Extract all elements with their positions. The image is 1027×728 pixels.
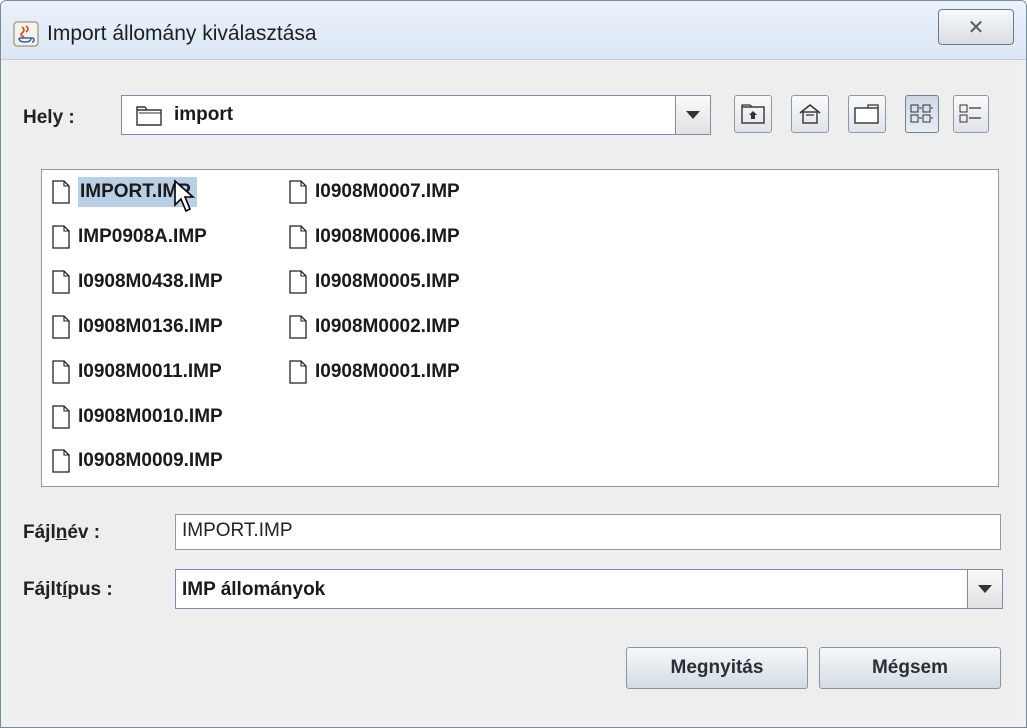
file-chooser-dialog: Import állomány kiválasztása ✕ Hely : im… [0,0,1027,728]
file-item[interactable]: I0908M0438.IMP [52,264,223,300]
file-name: I0908M0002.IMP [315,316,460,337]
file-icon [289,360,307,384]
file-icon [289,225,307,249]
file-item[interactable]: I0908M0009.IMP [52,443,223,479]
file-name: I0908M0011.IMP [78,361,222,382]
filename-input[interactable]: IMPORT.IMP [175,514,1001,550]
file-name: I0908M0007.IMP [315,181,460,202]
filetype-label: Fájltípus : [23,579,113,600]
file-name: I0908M0005.IMP [315,271,460,292]
home-icon [799,104,821,124]
file-item[interactable]: I0908M0006.IMP [289,219,460,255]
file-name: IMP0908A.IMP [78,226,207,247]
filetype-value: IMP állományok [182,579,326,600]
java-icon [13,21,39,47]
file-icon [52,270,70,294]
window-title: Import állomány kiválasztása [47,22,317,45]
cancel-button[interactable]: Mégsem [819,647,1001,689]
location-dropdown-button[interactable] [675,95,711,135]
mouse-cursor-icon [174,179,196,213]
file-icon [289,315,307,339]
filetype-dropdown-button[interactable] [967,569,1003,609]
file-name: I0908M0010.IMP [78,406,223,427]
file-icon [52,225,70,249]
file-name: I0908M0009.IMP [78,450,223,471]
up-one-level-button[interactable] [734,95,772,133]
list-view-button[interactable] [905,95,939,133]
file-item[interactable]: I0908M0011.IMP [52,354,222,390]
file-item[interactable]: IMP0908A.IMP [52,219,207,255]
new-folder-icon [854,104,879,124]
file-icon [52,449,70,473]
file-icon [52,360,70,384]
home-button[interactable] [791,95,829,133]
file-name: I0908M0001.IMP [315,361,460,382]
folder-icon [136,106,162,126]
file-name: I0908M0136.IMP [78,316,223,337]
location-value: import [174,104,234,125]
file-icon [289,180,307,204]
file-item[interactable]: I0908M0001.IMP [289,354,460,390]
details-view-icon [959,104,981,123]
close-icon: ✕ [967,16,985,39]
details-view-button[interactable] [953,95,989,133]
file-list[interactable]: IMPORT.IMP IMP0908A.IMP I0908M0438.IMP I… [41,169,999,487]
new-folder-button[interactable] [848,95,886,133]
open-button[interactable]: Megnyitás [626,647,808,689]
file-item[interactable]: I0908M0010.IMP [52,399,223,435]
file-item[interactable]: I0908M0005.IMP [289,264,460,300]
filename-label: Fájlnév : [23,522,101,543]
file-icon [52,180,70,204]
list-view-icon [910,104,933,123]
chevron-down-icon [978,585,992,593]
filetype-combo[interactable]: IMP állományok [175,569,1003,609]
chevron-down-icon [686,111,700,119]
title-bar[interactable]: Import állomány kiválasztása ✕ [1,1,1026,60]
file-item[interactable]: I0908M0007.IMP [289,174,460,210]
file-icon [52,405,70,429]
location-label: Hely : [23,107,75,128]
close-button[interactable]: ✕ [938,9,1014,45]
file-item[interactable]: I0908M0002.IMP [289,309,460,345]
file-name: I0908M0006.IMP [315,226,460,247]
file-icon [52,315,70,339]
location-combo[interactable]: import [121,95,711,135]
file-item[interactable]: I0908M0136.IMP [52,309,223,345]
file-icon [289,270,307,294]
file-name: I0908M0438.IMP [78,271,223,292]
up-one-level-icon [741,104,765,124]
